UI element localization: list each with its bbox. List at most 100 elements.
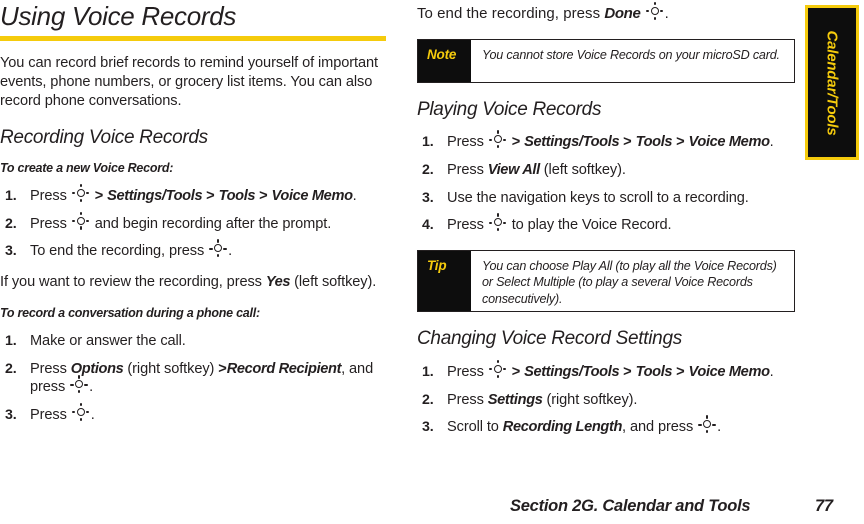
list-item: 3. Scroll to Recording Length, and press … <box>417 415 795 437</box>
heading-changing-voice-record-settings: Changing Voice Record Settings <box>417 328 682 350</box>
steps-record-conversation: 1. Make or answer the call. 2. Press Optio… <box>0 332 390 425</box>
lead-text-tail: . <box>664 5 669 22</box>
step-number: 4. <box>422 217 434 234</box>
step-text-pre: Press <box>30 360 71 377</box>
list-item: 2. Press and begin recording after the pr… <box>0 211 390 234</box>
list-item: 1. Press > Settings/Tools > Tools > Voice… <box>417 130 795 152</box>
footer-section-text: Section 2G. Calendar and Tools <box>510 497 751 515</box>
menu-path-voice-memo: Voice Memo <box>688 363 770 380</box>
list-item: 1. Press > Settings/Tools > Tools > Voice… <box>417 359 795 382</box>
softkey-view-all-label: View All <box>487 162 540 179</box>
lead-paragraph: To end the recording, press Done . <box>417 2 795 24</box>
section-thumb-tab: Calendar/Tools <box>805 5 859 160</box>
navigation-key-icon <box>488 213 508 232</box>
step-text: Make or answer the call. <box>30 333 186 350</box>
step-text-pre: Press <box>447 363 488 380</box>
menu-path-settings-tools: Settings/Tools <box>524 134 620 151</box>
step-number: 1. <box>5 333 17 350</box>
step-number: 1. <box>422 363 434 380</box>
step-text-tail: (left softkey). <box>539 162 626 179</box>
softkey-settings-label: Settings <box>487 391 543 408</box>
step-text-post: , and press <box>622 419 698 436</box>
step-text-tail: to play the Voice Record. <box>507 217 672 234</box>
softkey-options-label: Options <box>70 360 124 377</box>
left-column: Using Voice Records You can record brief… <box>0 0 390 425</box>
menu-path-settings-tools: Settings/Tools <box>524 363 620 380</box>
step-number: 3. <box>5 243 17 260</box>
manual-page: Using Voice Records You can record brief… <box>0 0 864 524</box>
navigation-key-icon <box>645 2 665 20</box>
menu-separator: > <box>507 363 525 380</box>
menu-path-settings-tools: Settings/Tools <box>107 188 203 205</box>
menu-path-voice-memo: Voice Memo <box>271 188 353 205</box>
menu-item-recording-length: Recording Length <box>502 419 623 436</box>
subheading-record-conversation: To record a conversation during a phone … <box>0 306 260 321</box>
step-number: 2. <box>5 360 17 377</box>
heading-playing-voice-records: Playing Voice Records <box>417 98 602 120</box>
navigation-key-icon <box>488 359 508 378</box>
step-text-tail: . <box>769 134 774 151</box>
menu-separator: > <box>672 134 689 151</box>
menu-separator: > <box>507 134 525 151</box>
navigation-key-icon <box>69 375 89 394</box>
page-footer: Section 2G. Calendar and Tools 77 <box>0 494 864 518</box>
navigation-key-icon <box>71 403 91 422</box>
step-number: 3. <box>422 419 434 436</box>
step-text: Use the navigation keys to scroll to a r… <box>447 189 749 206</box>
subheading-create-new-record: To create a new Voice Record: <box>0 161 174 176</box>
step-text-tail: . <box>90 407 95 424</box>
step-number: 1. <box>422 134 434 151</box>
right-column: To end the recording, press Done . Note … <box>417 0 795 437</box>
note-callout-label: Note <box>418 39 471 82</box>
menu-separator: > <box>619 134 636 151</box>
step-text-pre: Press <box>30 407 71 424</box>
review-recording-paragraph: If you want to review the recording, pre… <box>0 273 390 292</box>
menu-separator: > <box>202 188 219 205</box>
list-item: 2. Press Settings (right softkey). <box>417 391 795 410</box>
menu-path-tools: Tools <box>635 134 673 151</box>
step-text-pre: Press <box>30 188 71 205</box>
step-text-pre: Press <box>447 162 488 179</box>
step-text-pre: To end the recording, press <box>30 243 209 260</box>
navigation-key-icon <box>208 239 228 258</box>
tip-callout: Tip You can choose Play All (to play all… <box>417 250 795 313</box>
navigation-key-icon <box>697 415 717 434</box>
title-rule <box>0 36 386 42</box>
note-callout: Note You cannot store Voice Records on y… <box>417 38 795 83</box>
menu-path-tools: Tools <box>218 188 256 205</box>
step-number: 3. <box>422 189 434 206</box>
navigation-key-icon <box>71 184 91 203</box>
menu-separator: > <box>90 188 108 205</box>
intro-paragraph: You can record brief records to remind y… <box>0 55 378 110</box>
step-text-pre: Press <box>447 217 488 234</box>
menu-separator: > <box>255 188 272 205</box>
review-text-post: (left softkey). <box>290 274 377 291</box>
navigation-key-icon <box>71 211 91 230</box>
steps-playing-voice-records: 1. Press > Settings/Tools > Tools > Voice… <box>417 130 795 235</box>
footer-page-number: 77 <box>815 497 833 515</box>
list-item: 2. Press Options (right softkey) >Record … <box>0 360 390 397</box>
section-thumb-tab-label: Calendar/Tools <box>823 30 841 135</box>
steps-create-record: 1. Press > Settings/Tools > Tools > Voice… <box>0 184 390 261</box>
softkey-done-label: Done <box>604 5 641 22</box>
steps-changing-settings: 1. Press > Settings/Tools > Tools > Voice… <box>417 359 795 437</box>
step-text-mid: (right softkey) <box>123 360 219 377</box>
list-item: 1. Make or answer the call. <box>0 332 390 351</box>
softkey-yes-label: Yes <box>265 274 291 291</box>
step-number: 1. <box>5 188 17 205</box>
menu-path-voice-memo: Voice Memo <box>688 134 770 151</box>
step-number: 2. <box>422 162 434 179</box>
list-item: 3. To end the recording, press . <box>0 239 390 261</box>
page-title: Using Voice Records <box>0 1 237 31</box>
list-item: 4. Press to play the Voice Record. <box>417 213 795 235</box>
heading-recording-voice-records: Recording Voice Records <box>0 127 208 149</box>
list-item: 3. Press . <box>0 403 390 425</box>
list-item: 3. Use the navigation keys to scroll to a… <box>417 189 795 208</box>
menu-separator: > <box>218 360 227 377</box>
menu-separator: > <box>672 363 689 380</box>
menu-path-tools: Tools <box>635 363 673 380</box>
step-text-tail: and begin recording after the prompt. <box>90 215 332 232</box>
step-number: 2. <box>422 391 434 408</box>
step-text-tail: . <box>352 188 357 205</box>
navigation-key-icon <box>488 130 508 149</box>
